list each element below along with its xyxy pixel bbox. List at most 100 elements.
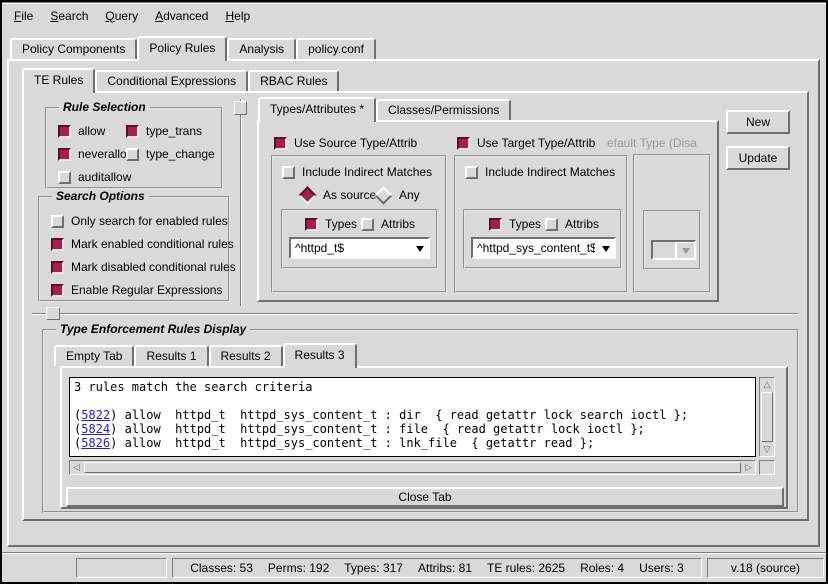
tab-conditional-expressions[interactable]: Conditional Expressions — [95, 70, 248, 91]
tab-policy-components[interactable]: Policy Components — [10, 38, 137, 59]
tab-empty[interactable]: Empty Tab — [54, 345, 134, 366]
scroll-down-icon[interactable]: ▽ — [760, 443, 774, 456]
checkbox-target-attribs[interactable]: Attribs — [545, 217, 599, 231]
radio-indicator[interactable] — [298, 186, 316, 204]
stat-perms: Perms: 192 — [268, 561, 329, 575]
results-text-area[interactable]: 3 rules match the search criteria (5822)… — [69, 377, 756, 457]
horizontal-scroll-thumb[interactable] — [84, 462, 741, 473]
source-type-dropdown-button[interactable] — [409, 239, 428, 257]
checkbox-source-types[interactable]: Types — [305, 217, 357, 231]
checkbox-neverallow[interactable]: neverallow — [58, 147, 135, 161]
update-button[interactable]: Update — [726, 146, 790, 170]
checkbox-type-change[interactable]: type_change — [126, 147, 215, 161]
rule-line: (5822) allow httpd_t httpd_sys_content_t… — [74, 408, 751, 422]
tab-classes-permissions[interactable]: Classes/Permissions — [376, 99, 511, 120]
default-type-combobox — [651, 240, 696, 260]
tab-policy-conf[interactable]: policy.conf — [296, 38, 376, 59]
vertical-scroll-thumb[interactable] — [761, 392, 773, 442]
rule-selection-title: Rule Selection — [59, 100, 150, 114]
checkbox-indicator[interactable] — [361, 218, 374, 231]
tab-te-rules[interactable]: TE Rules — [22, 68, 95, 93]
checkbox-indicator[interactable] — [58, 171, 71, 184]
tab-policy-rules[interactable]: Policy Rules — [137, 36, 227, 61]
source-type-value[interactable]: ^httpd_t$ — [291, 239, 409, 257]
checkbox-indicator[interactable] — [545, 218, 558, 231]
checkbox-indicator[interactable] — [305, 218, 318, 231]
tab-results-3[interactable]: Results 3 — [283, 343, 357, 368]
rule-id-link[interactable]: 5824 — [81, 422, 110, 436]
tab-types-attributes[interactable]: Types/Attributes * — [258, 97, 376, 122]
new-button[interactable]: New — [726, 110, 790, 134]
target-type-combobox[interactable]: ^httpd_sys_content_t$ — [471, 237, 616, 259]
vertical-sash-handle[interactable] — [234, 101, 247, 115]
target-type-box: Include Indirect Matches Types Attribs ^… — [454, 155, 628, 293]
radio-as-source[interactable]: As source — [299, 188, 376, 202]
target-type-dropdown-button[interactable] — [595, 239, 614, 257]
policy-rules-frame: TE Rules Conditional Expressions RBAC Ru… — [7, 59, 820, 547]
radio-indicator[interactable] — [374, 186, 392, 204]
tab-analysis[interactable]: Analysis — [227, 38, 296, 59]
checkbox-indicator[interactable] — [465, 166, 478, 179]
rule-line: (5826) allow httpd_t httpd_sys_content_t… — [74, 436, 751, 450]
checkbox-indicator[interactable] — [51, 284, 64, 297]
checkbox-only-enabled[interactable]: Only search for enabled rules — [51, 214, 228, 228]
tab-results-2[interactable]: Results 2 — [209, 345, 283, 366]
scroll-up-icon[interactable]: △ — [760, 378, 774, 391]
checkbox-regex[interactable]: Enable Regular Expressions — [51, 283, 222, 297]
default-type-box — [633, 154, 711, 293]
checkbox-indicator[interactable] — [51, 215, 64, 228]
checkbox-indicator[interactable] — [51, 238, 64, 251]
tab-rbac-rules[interactable]: RBAC Rules — [248, 70, 339, 91]
default-type-value — [653, 242, 675, 258]
rule-id-link[interactable]: 5822 — [81, 408, 110, 422]
tab-results-1[interactable]: Results 1 — [134, 345, 208, 366]
scroll-right-icon[interactable]: ▷ — [742, 461, 755, 474]
checkbox-use-target[interactable]: Use Target Type/Attrib — [457, 136, 595, 150]
menu-bar: File Search Query Advanced Help — [2, 2, 826, 29]
checkbox-indicator[interactable] — [282, 166, 295, 179]
types-attributes-tab-bar: Types/Attributes * Classes/Permissions — [258, 99, 511, 122]
checkbox-indicator[interactable] — [51, 261, 64, 274]
close-tab-button[interactable]: Close Tab — [66, 487, 784, 507]
checkbox-use-source[interactable]: Use Source Type/Attrib — [274, 136, 417, 150]
checkbox-target-indirect[interactable]: Include Indirect Matches — [465, 165, 615, 179]
checkbox-indicator[interactable] — [274, 137, 287, 150]
horizontal-sash-handle[interactable] — [46, 307, 60, 320]
checkbox-indicator[interactable] — [58, 125, 71, 138]
checkbox-allow[interactable]: allow — [58, 124, 105, 138]
stat-te-rules: TE rules: 2625 — [487, 561, 565, 575]
horizontal-scrollbar[interactable]: ◁ ▷ — [69, 460, 756, 475]
menu-search[interactable]: Search — [50, 9, 88, 23]
checkbox-mark-disabled[interactable]: Mark disabled conditional rules — [51, 260, 236, 274]
stat-classes: Classes: 53 — [190, 561, 253, 575]
checkbox-source-attribs[interactable]: Attribs — [361, 217, 415, 231]
checkbox-indicator[interactable] — [126, 125, 139, 138]
chevron-down-icon — [602, 246, 610, 256]
vertical-scrollbar[interactable]: △ ▽ — [759, 377, 775, 457]
checkbox-auditallow[interactable]: auditallow — [58, 170, 131, 184]
checkbox-mark-enabled[interactable]: Mark enabled conditional rules — [51, 237, 234, 251]
target-type-value[interactable]: ^httpd_sys_content_t$ — [473, 239, 595, 257]
blank-line — [74, 394, 751, 408]
menu-separator — [2, 2, 826, 4]
checkbox-indicator[interactable] — [457, 137, 470, 150]
results-summary: 3 rules match the search criteria — [74, 380, 751, 394]
checkbox-source-indirect[interactable]: Include Indirect Matches — [282, 165, 432, 179]
menu-help[interactable]: Help — [225, 9, 250, 23]
checkbox-type-trans[interactable]: type_trans — [126, 124, 202, 138]
radio-any[interactable]: Any — [375, 188, 420, 202]
rule-id-link[interactable]: 5826 — [81, 436, 110, 450]
stat-users: Users: 3 — [639, 561, 684, 575]
menu-query[interactable]: Query — [105, 9, 138, 23]
target-types-box: Types Attribs ^httpd_sys_content_t$ — [463, 209, 622, 269]
checkbox-indicator[interactable] — [126, 148, 139, 161]
checkbox-indicator[interactable] — [489, 218, 502, 231]
menu-file[interactable]: File — [14, 9, 33, 23]
menu-advanced[interactable]: Advanced — [155, 9, 208, 23]
checkbox-target-types[interactable]: Types — [489, 217, 541, 231]
search-options-title: Search Options — [52, 189, 149, 203]
checkbox-indicator[interactable] — [58, 148, 71, 161]
scroll-left-icon[interactable]: ◁ — [70, 461, 83, 474]
default-type-dropdown-button — [675, 242, 694, 258]
source-type-combobox[interactable]: ^httpd_t$ — [289, 237, 430, 259]
